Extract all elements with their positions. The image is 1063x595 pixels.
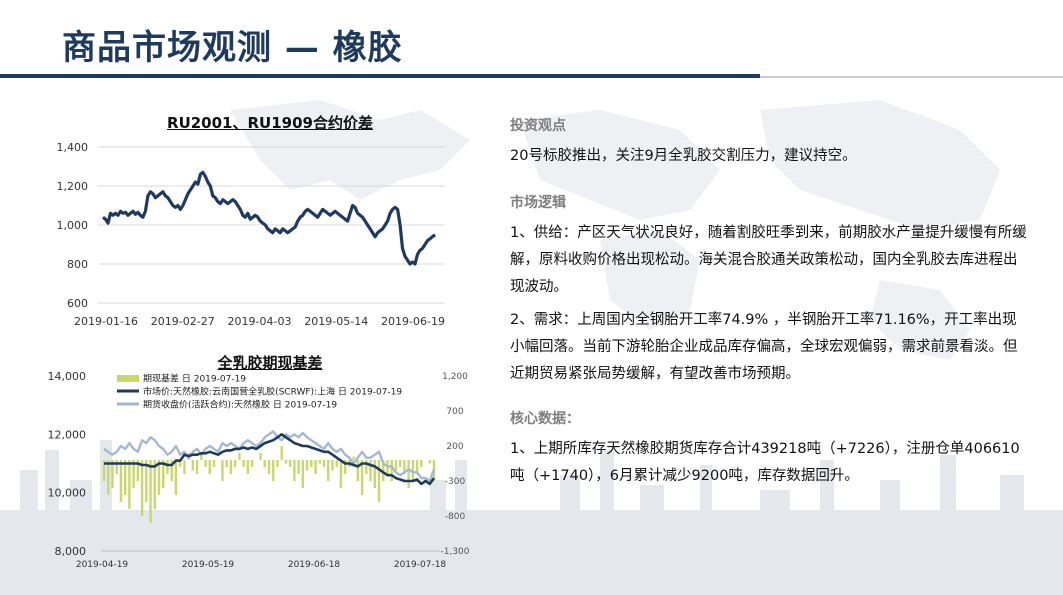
chart2-basis-bar — [420, 460, 423, 467]
chart2-basis-bar — [208, 460, 211, 474]
chart2-basis-bar — [174, 460, 178, 495]
chart2-y-right-tick: -300 — [445, 477, 466, 487]
logic-heading: 市场逻辑 — [510, 195, 566, 211]
chart1-x-tick: 2019-05-14 — [304, 315, 368, 328]
core-data-heading: 核心数据： — [510, 411, 580, 427]
chart2-spot-line — [104, 433, 436, 486]
chart1-spread: 1,400 1,200 1,000 800 600 2019-01-16 2019-02-2… — [57, 141, 445, 328]
chart2-basis-bar — [322, 460, 326, 467]
view-heading: 投资观点 — [510, 118, 566, 134]
chart2-basis-bar — [297, 460, 300, 474]
chart1-y-tick: 1,400 — [57, 141, 89, 154]
chart1-x-tick: 2019-02-27 — [151, 315, 215, 328]
chart2-basis-bar — [327, 460, 330, 481]
chart2-y-right-tick: -1,300 — [440, 547, 469, 557]
chart2-basis-bar — [140, 460, 144, 516]
chart2-basis-bar — [377, 460, 381, 502]
chart2-basis-bar — [229, 460, 233, 474]
chart2-basis-bar — [233, 460, 237, 467]
chart2-y-left-tick: 12,000 — [48, 428, 87, 441]
commentary-panel: 投资观点 20号标胶推出，关注9月全乳胶交割压力，建议持空。 市场逻辑 1、供给… — [510, 115, 1030, 490]
chart2-basis-bar — [398, 460, 402, 467]
chart2-basis-bar — [305, 460, 309, 471]
chart2-y-right-tick: 200 — [446, 442, 463, 452]
chart2-legend-swatch — [117, 375, 139, 382]
chart2-basis-bar — [394, 460, 398, 471]
chart2-basis-bar — [335, 460, 338, 467]
chart2-basis-bar — [339, 460, 343, 488]
chart2-basis-bar — [276, 460, 279, 467]
chart1-x-tick: 2019-06-19 — [381, 315, 445, 328]
chart2-basis-bar — [352, 456, 355, 460]
chart2-basis-bar — [428, 460, 431, 464]
chart2-basis-bar — [288, 460, 292, 467]
chart2-basis-bar — [390, 460, 393, 481]
chart2-basis-bar — [356, 460, 360, 481]
chart2-basis-bar — [280, 446, 283, 460]
chart2-basis-bar — [263, 460, 266, 467]
chart2-basis-bar — [191, 460, 195, 471]
logic-demand: 2、需求：上周国内全钢胎开工率74.9% ，半钢胎开工率71.16%，开工率出现… — [510, 312, 1018, 382]
chart2-basis-bar — [166, 460, 169, 474]
chart2-x-tick: 2019-05-19 — [182, 560, 235, 570]
chart2-basis-bar — [195, 460, 199, 474]
chart1-y-tick: 800 — [67, 258, 88, 271]
logic-supply: 1、供给：产区天气状况良好，随着割胶旺季到来，前期胶水产量提升缓慢有所缓解，原料… — [510, 225, 1027, 295]
chart2-y-left-tick: 8,000 — [55, 545, 87, 558]
chart2-basis-bar — [318, 460, 321, 464]
chart2-basis-bar — [267, 460, 271, 474]
chart1-y-tick: 600 — [67, 297, 88, 310]
view-text: 20号标胶推出，关注9月全乳胶交割压力，建议持空。 — [510, 148, 857, 164]
chart2-basis-bar — [365, 460, 368, 474]
chart2-x-tick: 2019-07-18 — [394, 560, 447, 570]
chart2-basis-bar — [314, 460, 317, 474]
chart2-basis-bar — [115, 460, 118, 474]
chart2-basis-bar — [238, 453, 241, 460]
chart2-basis-bar — [149, 460, 152, 523]
page-title: 商品市场观测 — 橡胶 — [62, 28, 403, 68]
chart2-basis-bar — [293, 460, 296, 481]
chart2-basis-bar — [225, 460, 228, 467]
chart2-basis-bar — [407, 460, 410, 488]
chart2-legend-label: 期现基差 日 2019-07-19 — [143, 373, 246, 385]
chart1-y-tick: 1,000 — [57, 219, 89, 232]
title-underline — [0, 74, 760, 78]
chart2-basis-bar — [119, 460, 123, 502]
chart2-basis-bar — [212, 460, 216, 467]
chart2-basis-bar — [331, 460, 334, 471]
chart2-y-left-tick: 14,000 — [48, 370, 87, 383]
chart2-basis-bar — [250, 460, 254, 467]
chart2-y-right-tick: 1,200 — [442, 372, 468, 382]
chart2-y-right-tick: 700 — [446, 407, 463, 417]
chart2-basis: 14,000 12,000 10,000 8,000 1,200 700 200 -300 -8… — [48, 370, 470, 570]
chart2-basis-bar — [310, 460, 313, 467]
chart1-title: RU2001、RU1909合约价差 — [167, 114, 373, 132]
chart2-basis-bar — [183, 460, 186, 474]
chart2-basis-bar — [284, 460, 288, 464]
chart2-basis-bar — [242, 460, 245, 467]
chart2-basis-bar — [373, 460, 376, 488]
chart2-basis-bar — [107, 460, 110, 495]
chart2-x-tick: 2019-04-19 — [76, 560, 129, 570]
chart1-y-tick: 1,200 — [57, 180, 89, 193]
chart2-basis-bar — [204, 460, 207, 467]
chart2-basis-bar — [128, 460, 131, 509]
chart2-x-tick: 2019-06-18 — [288, 560, 341, 570]
core-data-inventory: 1、上期所库存天然橡胶期货库存合计439218吨（+7226），注册仓单4066… — [510, 441, 1020, 484]
chart1-x-tick: 2019-01-16 — [74, 315, 138, 328]
chart2-basis-bar — [272, 460, 275, 481]
chart2-basis-bar — [301, 460, 305, 488]
chart1-x-tick: 2019-04-03 — [228, 315, 292, 328]
title-underline-thin — [760, 76, 1063, 78]
chart2-legend-label: 市场价:天然橡胶:云南国营全乳胶(SCRWF):上海 日 2019-07-19 — [143, 386, 402, 398]
chart2-basis-bar — [221, 460, 224, 481]
chart2-basis-bar — [259, 453, 262, 460]
chart2-basis-bar — [369, 460, 372, 481]
chart2-y-right-tick: -800 — [445, 512, 466, 522]
chart2-basis-bar — [246, 460, 250, 474]
chart2-legend-label: 期货收盘价(活跃合约):天然橡胶 日 2019-07-19 — [143, 399, 337, 411]
chart2-y-left-tick: 10,000 — [48, 487, 87, 500]
chart2-basis-bar — [123, 460, 127, 495]
